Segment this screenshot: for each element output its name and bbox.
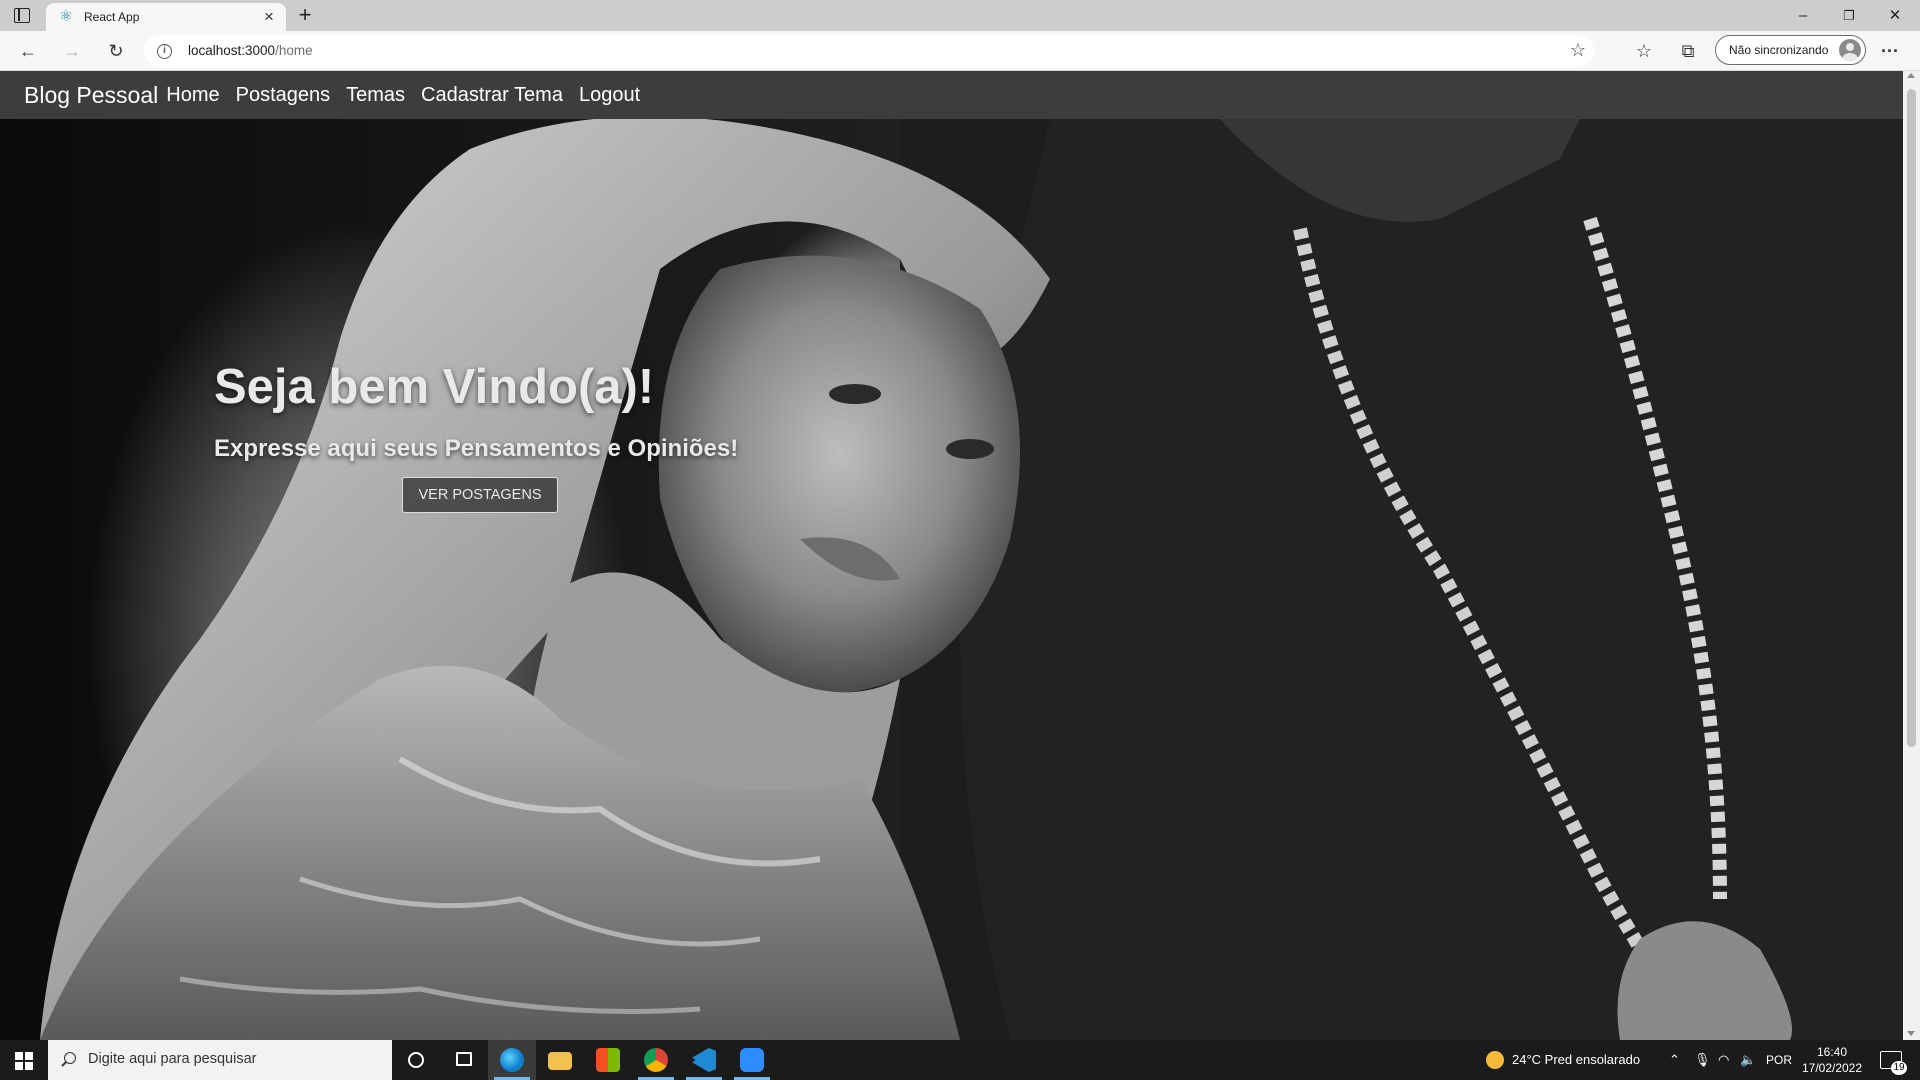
microphone-icon[interactable]: 🎙 (1694, 1040, 1711, 1080)
forward-arrow-icon[interactable]: → (58, 37, 86, 65)
nav-link-temas[interactable]: Temas (346, 84, 405, 107)
nav-link-cadastrar-tema[interactable]: Cadastrar Tema (421, 84, 563, 107)
language-indicator[interactable]: POR (1766, 1040, 1792, 1080)
taskbar-search-input[interactable]: Digite aqui para pesquisar (48, 1040, 392, 1080)
collections-icon[interactable]: ⧉ (1674, 37, 1702, 65)
network-icon[interactable]: ◠ (1718, 1040, 1729, 1080)
url-text[interactable]: localhost:3000/home (188, 43, 313, 58)
minimize-button[interactable]: – (1780, 0, 1826, 31)
browser-toolbar: ← → ↻ i localhost:3000/home ☆ ☆ ⧉ Não si… (0, 31, 1920, 71)
weather-sun-icon[interactable] (1486, 1051, 1504, 1069)
edge-browser-icon[interactable] (488, 1040, 536, 1080)
more-options-icon[interactable]: ··· (1876, 37, 1904, 65)
avatar (1839, 39, 1861, 61)
tab-close-icon[interactable]: × (258, 6, 280, 28)
site-info-icon[interactable]: i (157, 44, 172, 59)
nav-link-home[interactable]: Home (166, 84, 219, 107)
notification-count-badge: 19 (1891, 1061, 1907, 1075)
address-bar[interactable]: i localhost:3000/home ☆ (144, 35, 1594, 67)
restore-button[interactable]: ❐ (1826, 0, 1872, 31)
scroll-down-arrow-icon[interactable] (1907, 1031, 1915, 1036)
nav-link-logout[interactable]: Logout (579, 84, 640, 107)
chrome-icon[interactable] (632, 1040, 680, 1080)
vscode-icon[interactable] (680, 1040, 728, 1080)
volume-icon[interactable]: 🔈 (1740, 1040, 1756, 1080)
zoom-icon[interactable] (728, 1040, 776, 1080)
page-viewport: Blog Pessoal Home Postagens Temas Cadast… (0, 71, 1903, 1040)
back-arrow-icon[interactable]: ← (14, 37, 42, 65)
search-icon (64, 1052, 76, 1064)
windows-taskbar: Digite aqui para pesquisar 24°C Pred ens… (0, 1040, 1920, 1080)
cortana-icon[interactable] (392, 1040, 440, 1080)
file-explorer-icon[interactable] (536, 1040, 584, 1080)
browser-tab-strip: ⚛ React App × + – ❐ ✕ (0, 0, 1920, 31)
nav-link-postagens[interactable]: Postagens (236, 84, 331, 107)
url-path: /home (275, 43, 313, 58)
notification-center-icon[interactable]: 19 (1880, 1051, 1907, 1075)
hero-section: Seja bem Vindo(a)! Expresse aqui seus Pe… (0, 119, 1903, 1040)
close-window-button[interactable]: ✕ (1872, 0, 1918, 31)
site-brand: Blog Pessoal (24, 81, 159, 108)
hero-title: Seja bem Vindo(a)! (214, 360, 655, 414)
windows-start-icon[interactable] (0, 1040, 48, 1080)
clock-date: 17/02/2022 (1801, 1061, 1863, 1075)
tab-title: React App (84, 10, 140, 24)
refresh-icon[interactable]: ↻ (102, 37, 130, 65)
hero-background-photo (40, 119, 1903, 1040)
favorites-icon[interactable]: ☆ (1630, 37, 1658, 65)
scroll-up-arrow-icon[interactable] (1907, 73, 1915, 78)
task-view-icon[interactable] (440, 1040, 488, 1080)
ver-postagens-button[interactable]: VER POSTAGENS (402, 477, 558, 513)
profile-button[interactable]: Não sincronizando (1715, 35, 1866, 65)
add-favorite-icon[interactable]: ☆ (1570, 40, 1586, 61)
browser-tab-react-app[interactable]: ⚛ React App × (46, 3, 286, 31)
hero-subtitle: Expresse aqui seus Pensamentos e Opiniõe… (214, 435, 739, 462)
clock[interactable]: 16:40 17/02/2022 (1800, 1044, 1864, 1080)
tab-actions-icon[interactable] (14, 8, 30, 23)
weather-text[interactable]: 24°C Pred ensolarado (1512, 1040, 1640, 1080)
clock-time: 16:40 (1816, 1045, 1848, 1059)
taskbar-search-placeholder: Digite aqui para pesquisar (88, 1051, 257, 1067)
page-scrollbar[interactable] (1903, 71, 1920, 1040)
url-host: localhost:3000 (188, 43, 276, 58)
scrollbar-thumb[interactable] (1907, 89, 1916, 747)
new-tab-button[interactable]: + (293, 3, 317, 27)
profile-sync-label: Não sincronizando (1729, 43, 1829, 57)
microsoft-store-icon[interactable] (584, 1040, 632, 1080)
tray-chevron-up-icon[interactable]: ⌃ (1669, 1040, 1680, 1080)
react-favicon-icon: ⚛ (59, 8, 73, 25)
site-navbar: Blog Pessoal Home Postagens Temas Cadast… (0, 71, 1903, 119)
